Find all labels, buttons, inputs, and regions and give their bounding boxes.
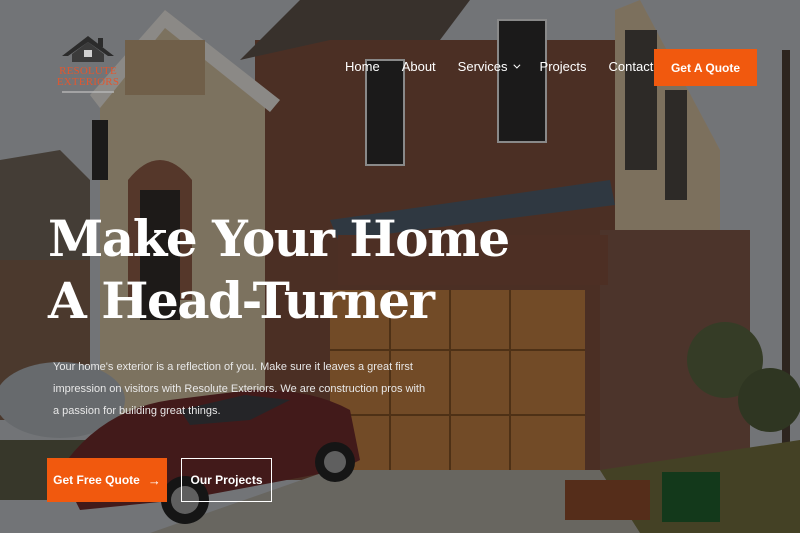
our-projects-button[interactable]: Our Projects	[181, 458, 272, 502]
get-free-quote-label: Get Free Quote	[53, 473, 140, 487]
nav-link-services-label: Services	[457, 59, 508, 74]
logo-text-line2: EXTERIORS	[56, 76, 120, 88]
main-navigation: Home About Services Projects Contact Us	[345, 59, 673, 74]
arrow-right-icon: →	[147, 472, 161, 488]
chevron-down-icon	[512, 61, 520, 69]
hero-headline-line1: Make Your Home	[48, 209, 510, 268]
brand-logo[interactable]: RESOLUTE EXTERIORS	[56, 34, 120, 96]
hero-headline-line2: A Head-Turner	[48, 271, 435, 330]
house-roof-logo-icon	[62, 36, 114, 62]
hero-headline: Make Your Home A Head-Turner	[48, 208, 510, 332]
nav-link-about[interactable]: About	[402, 59, 436, 74]
hero-subtext: Your home's exterior is a reflection of …	[53, 361, 426, 417]
nav-link-projects[interactable]: Projects	[540, 59, 587, 74]
get-a-quote-button[interactable]: Get A Quote	[654, 49, 757, 86]
nav-link-home[interactable]: Home	[345, 59, 380, 74]
get-free-quote-button[interactable]: Get Free Quote →	[47, 458, 167, 502]
logo-tagline-bar	[62, 91, 114, 93]
nav-link-services[interactable]: Services	[457, 59, 520, 74]
